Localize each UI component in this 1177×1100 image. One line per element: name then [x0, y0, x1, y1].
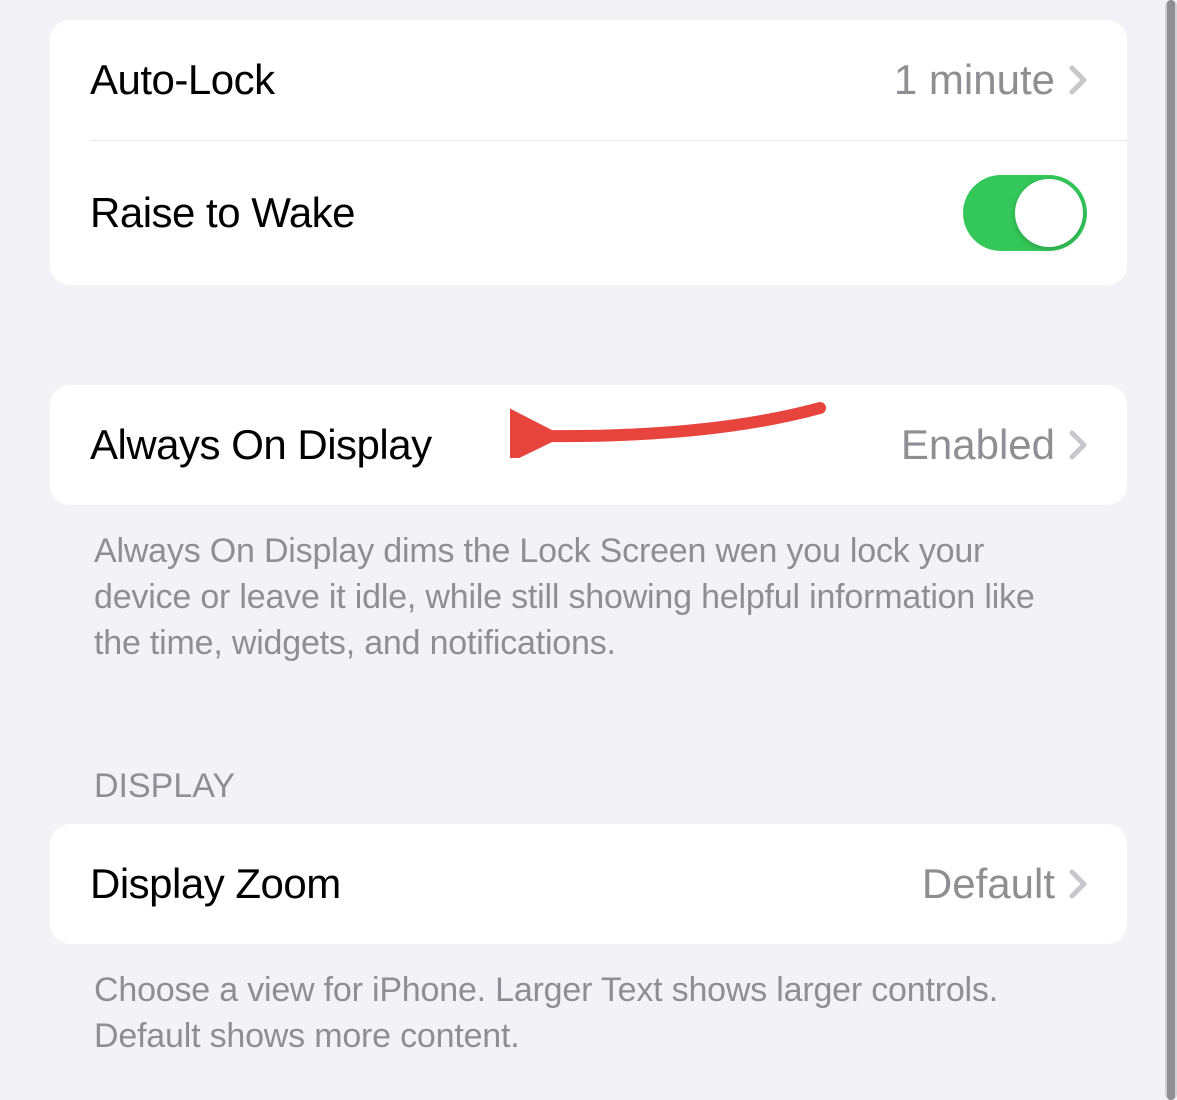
display-zoom-label: Display Zoom — [90, 860, 341, 908]
chevron-right-icon — [1069, 869, 1087, 899]
chevron-right-icon — [1069, 430, 1087, 460]
always-on-display-footer: Always On Display dims the Lock Screen w… — [50, 505, 1127, 667]
always-on-display-value: Enabled — [901, 421, 1055, 469]
auto-lock-label: Auto-Lock — [90, 56, 275, 104]
settings-group-lock: Auto-Lock 1 minute Raise to Wake — [50, 20, 1127, 285]
scrollbar-thumb[interactable] — [1167, 0, 1175, 1100]
always-on-display-row[interactable]: Always On Display Enabled — [50, 385, 1127, 505]
always-on-display-label: Always On Display — [90, 421, 432, 469]
display-section-header: DISPLAY — [50, 767, 1127, 824]
raise-to-wake-row[interactable]: Raise to Wake — [50, 141, 1127, 285]
scrollbar[interactable] — [1165, 0, 1177, 1100]
display-zoom-value: Default — [922, 860, 1055, 908]
settings-group-display: Display Zoom Default — [50, 824, 1127, 944]
auto-lock-value-wrap: 1 minute — [894, 56, 1087, 104]
raise-to-wake-toggle[interactable] — [963, 175, 1087, 251]
display-zoom-value-wrap: Default — [922, 860, 1087, 908]
settings-group-aod: Always On Display Enabled — [50, 385, 1127, 505]
auto-lock-row[interactable]: Auto-Lock 1 minute — [50, 20, 1127, 140]
raise-to-wake-label: Raise to Wake — [90, 189, 355, 237]
display-zoom-row[interactable]: Display Zoom Default — [50, 824, 1127, 944]
spacer — [50, 285, 1127, 385]
chevron-right-icon — [1069, 65, 1087, 95]
auto-lock-value: 1 minute — [894, 56, 1055, 104]
display-zoom-footer: Choose a view for iPhone. Larger Text sh… — [50, 944, 1127, 1060]
always-on-display-value-wrap: Enabled — [901, 421, 1087, 469]
toggle-knob — [1015, 179, 1083, 247]
